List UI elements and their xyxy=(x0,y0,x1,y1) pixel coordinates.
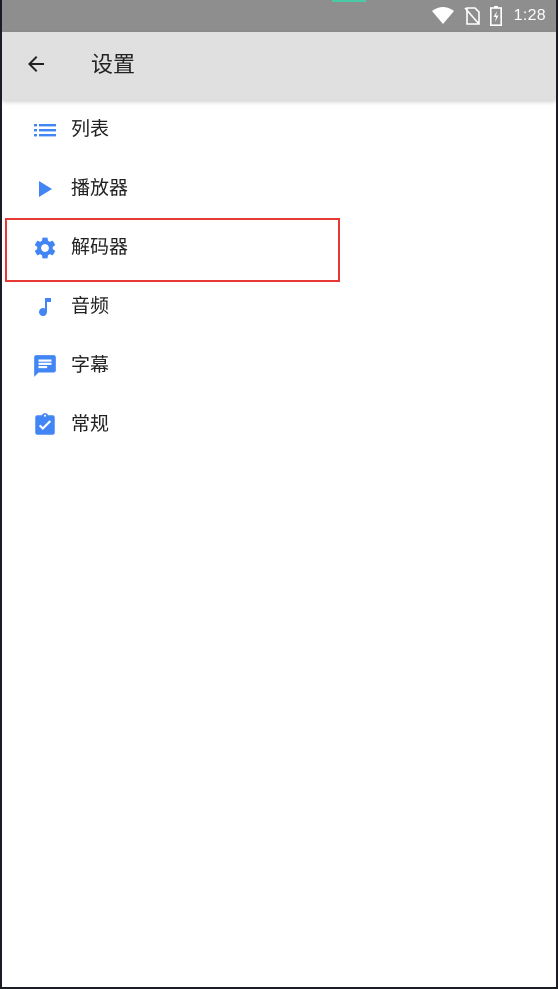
menu-item-decoder[interactable]: 解码器 xyxy=(2,218,556,282)
list-icon xyxy=(32,117,58,143)
wifi-icon xyxy=(431,7,454,25)
menu-item-general[interactable]: 常规 xyxy=(2,395,556,454)
status-bar: 1:28 xyxy=(2,0,556,32)
settings-menu-list: 列表 播放器 解码器 音频 字幕 常规 xyxy=(2,100,556,454)
menu-item-label: 列表 xyxy=(71,118,110,140)
back-button[interactable] xyxy=(18,48,54,84)
menu-item-label: 常规 xyxy=(71,413,110,435)
battery-charging-icon xyxy=(489,6,502,26)
menu-item-player[interactable]: 播放器 xyxy=(2,159,556,218)
settings-screen: 1:28 设置 列表 播放器 解码器 音频 字幕 常规 xyxy=(2,0,556,987)
clipboard-check-icon xyxy=(32,412,58,438)
menu-item-audio[interactable]: 音频 xyxy=(2,277,556,336)
menu-item-subtitle[interactable]: 字幕 xyxy=(2,336,556,395)
no-sim-icon xyxy=(464,7,480,25)
menu-item-label: 字幕 xyxy=(71,354,110,376)
status-accent-line xyxy=(332,0,366,2)
menu-item-label: 解码器 xyxy=(71,236,129,258)
page-title: 设置 xyxy=(91,53,136,78)
play-icon xyxy=(32,176,58,202)
status-icons: 1:28 xyxy=(431,4,546,28)
subtitle-icon xyxy=(32,353,58,379)
status-time: 1:28 xyxy=(513,7,546,24)
toolbar: 设置 xyxy=(2,32,556,100)
arrow-back-icon xyxy=(24,52,48,80)
gear-icon xyxy=(32,235,58,261)
menu-item-label: 音频 xyxy=(71,295,110,317)
menu-item-label: 播放器 xyxy=(71,177,129,199)
menu-item-list[interactable]: 列表 xyxy=(2,100,556,159)
music-note-icon xyxy=(32,294,58,320)
